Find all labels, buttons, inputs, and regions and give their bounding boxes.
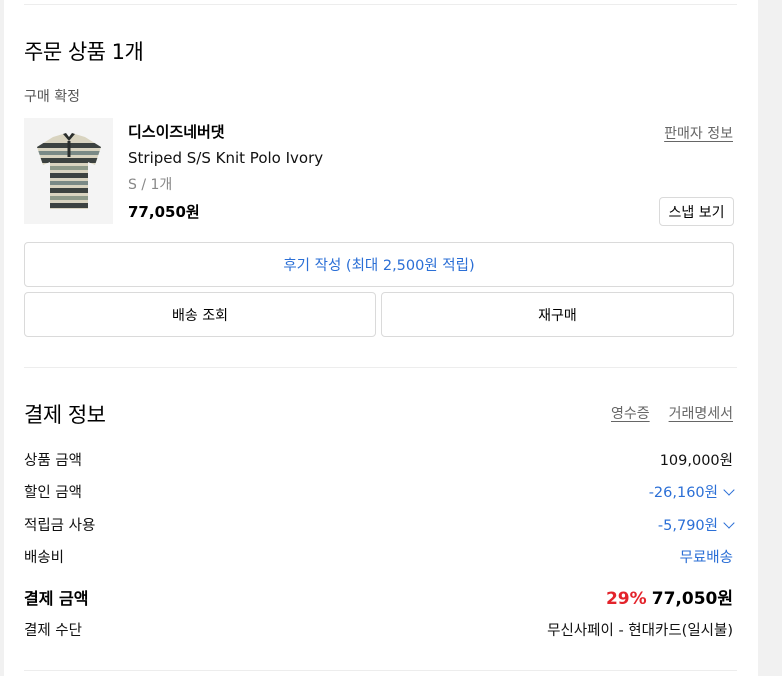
discount-percent: 29%	[605, 589, 647, 609]
points-used-value: -5,790원	[657, 518, 718, 534]
write-review-button[interactable]: 후기 작성 (최대 2,500원 적립)	[24, 242, 734, 287]
product-price: 77,050원	[128, 203, 200, 221]
order-status-label: 구매 확정	[24, 89, 80, 105]
payment-section-title: 결제 정보	[24, 403, 106, 427]
seller-info-link[interactable]: 판매자 정보	[664, 123, 733, 143]
product-amount-value: 109,000원	[659, 453, 733, 469]
striped-polo-shirt-image	[36, 133, 101, 209]
payment-method-value: 무신사페이 - 현대카드(일시불)	[547, 623, 733, 639]
product-option: S / 1개	[128, 177, 173, 193]
product-thumbnail[interactable]	[24, 118, 113, 224]
shipping-fee-label: 배송비	[24, 550, 65, 566]
total-amount-value: 77,050원	[651, 589, 733, 609]
product-amount-label: 상품 금액	[24, 453, 82, 469]
payment-method-label: 결제 수단	[24, 623, 82, 639]
top-divider	[24, 4, 737, 5]
total-amount-label: 결제 금액	[24, 589, 89, 608]
section-divider	[24, 367, 737, 368]
shipping-fee-value: 무료배송	[679, 550, 733, 566]
delivery-tracking-button[interactable]: 배송 조회	[24, 292, 376, 337]
discount-amount-toggle[interactable]: -26,160원	[648, 481, 735, 502]
points-used-label: 적립금 사용	[24, 518, 96, 534]
product-brand[interactable]: 디스이즈네버댓	[128, 121, 225, 142]
order-detail-panel: 주문 상품 1개 구매 확정 디스이즈네버댓 Striped S/S Knit …	[4, 0, 758, 676]
total-amount: 29% 77,050원	[606, 584, 733, 609]
product-name[interactable]: Striped S/S Knit Polo Ivory	[128, 149, 323, 167]
reorder-button[interactable]: 재구매	[381, 292, 734, 337]
discount-amount-label: 할인 금액	[24, 485, 82, 501]
bottom-divider	[24, 670, 737, 671]
discount-amount-value: -26,160원	[648, 485, 718, 501]
chevron-down-icon	[723, 484, 735, 496]
receipt-link[interactable]: 영수증	[611, 403, 650, 423]
order-section-title: 주문 상품 1개	[24, 40, 144, 64]
transaction-statement-link[interactable]: 거래명세서	[669, 403, 733, 423]
snap-view-button[interactable]: 스냅 보기	[659, 197, 734, 226]
points-used-toggle[interactable]: -5,790원	[657, 514, 735, 535]
chevron-down-icon	[723, 517, 735, 529]
